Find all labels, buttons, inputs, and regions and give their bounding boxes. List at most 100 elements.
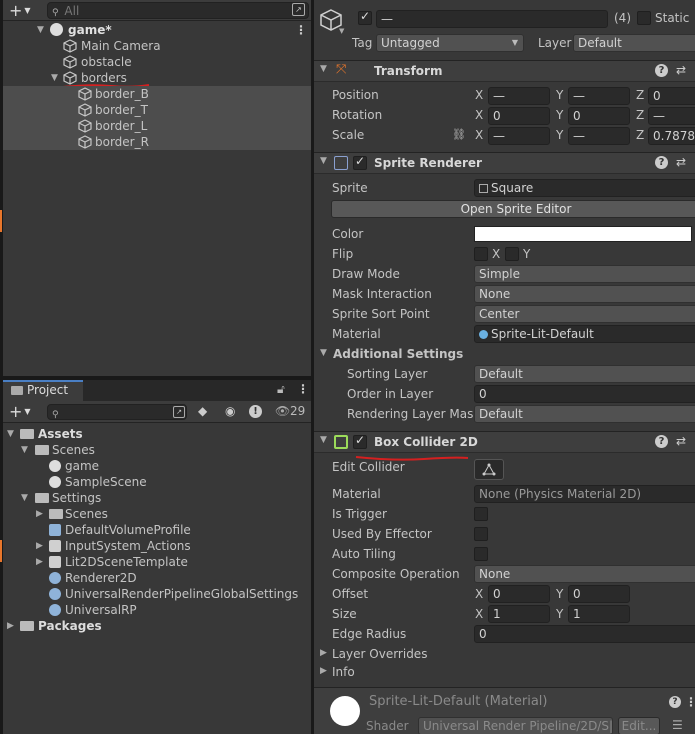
hierarchy-search-input[interactable]: ⚲ All [47, 2, 309, 19]
expand-arrow-icon[interactable]: ▶ [36, 538, 43, 554]
tree-item-scene[interactable]: SampleScene [3, 474, 311, 490]
static-toggle[interactable] [637, 11, 651, 25]
help-icon[interactable]: ? [655, 435, 668, 448]
help-icon[interactable]: ? [669, 696, 681, 708]
hierarchy-item[interactable]: border_T [3, 102, 311, 118]
help-icon[interactable]: ? [655, 64, 668, 77]
position-y-field[interactable]: — [568, 87, 630, 105]
collider-material-field[interactable]: None (Physics Material 2D) [474, 485, 695, 503]
foldout-arrow-icon[interactable]: ▼ [320, 348, 327, 358]
foldout-arrow-icon[interactable]: ▼ [320, 64, 327, 74]
mask-interaction-dropdown[interactable]: None [474, 285, 695, 303]
used-by-effector-toggle[interactable] [474, 527, 488, 541]
scale-z-field[interactable]: 0.78787 [648, 127, 695, 145]
add-button[interactable]: + ▼ [9, 402, 31, 421]
add-button[interactable]: + ▼ [9, 1, 31, 20]
shader-dropdown[interactable]: Universal Render Pipeline/2D/S| [418, 717, 613, 734]
tag-dropdown[interactable]: Untagged ▼ [376, 34, 524, 52]
more-options-icon[interactable]: ⋮ [685, 695, 695, 709]
more-options-icon[interactable]: ⋮ [297, 382, 309, 396]
sort-point-dropdown[interactable]: Center [474, 305, 695, 323]
draw-mode-dropdown[interactable]: Simple [474, 265, 695, 283]
expand-arrow-icon[interactable]: ▶ [36, 506, 43, 522]
edge-radius-field[interactable]: 0 [474, 625, 695, 643]
composite-dropdown[interactable]: None [474, 565, 695, 583]
rotation-y-field[interactable]: 0 [568, 107, 630, 125]
expand-arrow-icon[interactable]: ▼ [21, 490, 28, 506]
component-enabled-toggle[interactable] [353, 154, 367, 170]
tree-item-asset[interactable]: DefaultVolumeProfile [3, 522, 311, 538]
hierarchy-item[interactable]: obstacle [3, 54, 311, 70]
tree-item-folder[interactable]: ▼ Scenes [3, 442, 311, 458]
hierarchy-item[interactable]: border_R [3, 134, 311, 150]
expand-arrow-icon[interactable]: ▶ [36, 554, 43, 570]
help-icon[interactable]: ? [655, 156, 668, 169]
tree-item-assets[interactable]: ▼ Assets [3, 426, 311, 442]
visibility-icon[interactable]: 👁︎ [275, 404, 290, 418]
box-collider-header[interactable]: ▼ Box Collider 2D ? ⇄ [314, 431, 695, 453]
foldout-arrow-icon[interactable]: ▶ [320, 666, 327, 676]
rotation-x-field[interactable]: 0 [488, 107, 550, 125]
rendering-mask-dropdown[interactable]: Default [474, 405, 695, 423]
project-search-input[interactable]: ⚲ [47, 404, 187, 420]
edit-collider-button[interactable] [474, 459, 504, 480]
tree-item-packages[interactable]: ▶ Packages [3, 618, 311, 634]
filter-type-icon[interactable]: ◆ [198, 404, 207, 418]
expand-arrow-icon[interactable]: ▼ [37, 22, 44, 38]
auto-tiling-toggle[interactable] [474, 547, 488, 561]
hierarchy-item[interactable]: border_L [3, 118, 311, 134]
search-mode-icon[interactable]: ↗ [292, 3, 305, 16]
additional-settings-label[interactable]: Additional Settings [333, 347, 463, 361]
link-scale-icon[interactable]: ⛓︎ [452, 128, 466, 141]
filter-label-icon[interactable]: ◉ [225, 404, 235, 418]
foldout-arrow-icon[interactable]: ▼ [320, 435, 327, 445]
component-enabled-toggle[interactable] [353, 433, 367, 449]
sprite-renderer-header[interactable]: ▼ Sprite Renderer ? ⇄ [314, 152, 695, 174]
expand-arrow-icon[interactable]: ▶ [7, 618, 14, 634]
edit-shader-button[interactable]: Edit... [618, 717, 660, 734]
tree-item-asset[interactable]: ▶ InputSystem_Actions [3, 538, 311, 554]
layer-dropdown[interactable]: Default [573, 34, 695, 52]
position-z-field[interactable]: 0 [648, 87, 695, 105]
settings-sliders-icon[interactable]: ⇄ [676, 155, 686, 169]
sorting-layer-dropdown[interactable]: Default [474, 365, 695, 383]
size-y-field[interactable]: 1 [568, 605, 630, 623]
offset-x-field[interactable]: 0 [488, 585, 550, 603]
expand-arrow-icon[interactable]: ▼ [51, 70, 58, 86]
rotation-z-field[interactable]: — [648, 107, 695, 125]
is-trigger-toggle[interactable] [474, 507, 488, 521]
layer-overrides-label[interactable]: Layer Overrides [332, 647, 427, 661]
position-x-field[interactable]: — [488, 87, 550, 105]
tree-item-asset[interactable]: UniversalRenderPipelineGlobalSettings [3, 586, 311, 602]
more-options-icon[interactable]: ⋮ [295, 22, 307, 38]
settings-sliders-icon[interactable]: ⇄ [676, 63, 686, 77]
scene-row[interactable]: ▼ game* ⋮ [3, 22, 311, 38]
tree-item-folder[interactable]: ▼ Settings [3, 490, 311, 506]
tree-item-asset[interactable]: ▶ Lit2DSceneTemplate [3, 554, 311, 570]
hierarchy-item[interactable]: ▼ borders [3, 70, 311, 86]
tree-item-folder[interactable]: ▶ Scenes [3, 506, 311, 522]
flip-y-toggle[interactable] [505, 247, 519, 261]
transform-header[interactable]: ▼ ⤧ Transform ? ⇄ [314, 60, 695, 82]
material-field[interactable]: Sprite-Lit-Default [474, 325, 695, 343]
tab-project[interactable]: Project [3, 380, 83, 401]
foldout-arrow-icon[interactable]: ▶ [320, 648, 327, 658]
hierarchy-item[interactable]: Main Camera [3, 38, 311, 54]
expand-arrow-icon[interactable]: ▼ [21, 442, 28, 458]
tree-item-scene[interactable]: game [3, 458, 311, 474]
object-name-input[interactable]: — [376, 10, 608, 28]
tree-item-asset[interactable]: UniversalRP [3, 602, 311, 618]
list-icon[interactable]: ☰ [672, 718, 683, 732]
size-x-field[interactable]: 1 [488, 605, 550, 623]
expand-arrow-icon[interactable]: ▼ [7, 426, 14, 442]
color-swatch[interactable] [474, 226, 692, 242]
active-toggle[interactable] [358, 9, 372, 25]
hierarchy-item[interactable]: border_B [3, 86, 311, 102]
open-sprite-editor-button[interactable]: Open Sprite Editor [331, 200, 695, 218]
offset-y-field[interactable]: 0 [568, 585, 630, 603]
order-in-layer-field[interactable]: 0 [474, 385, 695, 403]
scale-x-field[interactable]: — [488, 127, 550, 145]
foldout-arrow-icon[interactable]: ▼ [320, 156, 327, 166]
lock-icon[interactable]: 🔓︎ [277, 382, 285, 397]
flip-x-toggle[interactable] [474, 247, 488, 261]
